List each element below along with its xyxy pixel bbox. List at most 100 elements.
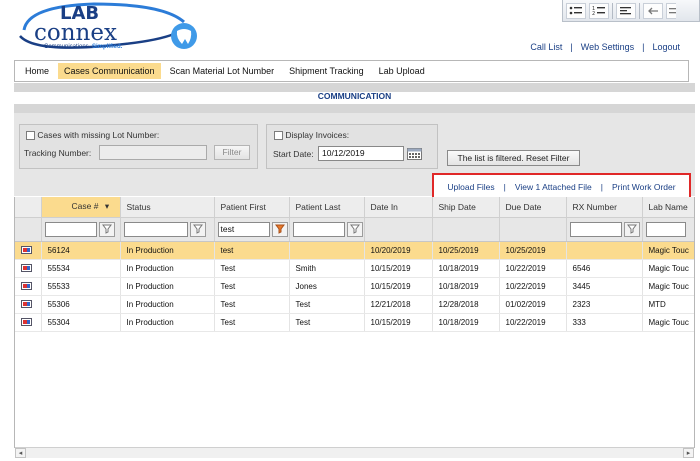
web-settings-link[interactable]: Web Settings [581,42,634,52]
case-attachment-icon[interactable] [21,245,33,255]
tab-lab-upload[interactable]: Lab Upload [373,63,431,79]
cell-patient-first: Test [214,313,290,332]
cell-ship-date: 10/18/2019 [432,277,500,296]
main-nav: Home Cases Communication Scan Material L… [14,60,689,82]
col-lab-name[interactable]: Lab Name [642,197,694,218]
filter-cell-first: test [214,217,290,242]
case-filter-input[interactable] [44,221,97,237]
cell-ship-date: 12/28/2018 [432,295,500,314]
table-row[interactable]: 55534 In Production Test Smith 10/15/2019 10/… [15,259,694,278]
editor-toolbar: 12 [562,0,700,22]
scroll-left-icon[interactable]: ◂ [15,448,26,458]
table-row[interactable]: 55304 In Production Test Test 10/15/2019 10/1… [15,313,694,332]
tracking-number-input[interactable] [99,145,207,160]
logo-text-connex: connex [34,20,117,46]
row-icon-cell[interactable] [15,313,42,332]
tab-cases-communication[interactable]: Cases Communication [58,63,161,79]
upload-files-link[interactable]: Upload Files [447,182,494,192]
case-attachment-icon[interactable] [21,317,33,327]
patient-first-filter-input[interactable]: test [217,221,270,237]
cell-case-number: 55534 [41,259,121,278]
tab-home[interactable]: Home [19,63,55,79]
horizontal-scrollbar[interactable]: ◂ ▸ [15,447,694,458]
filter-cell-last [289,217,365,242]
cell-case-number: 55306 [41,295,121,314]
funnel-icon[interactable] [98,221,115,237]
col-due-date[interactable]: Due Date [499,197,567,218]
row-icon-cell[interactable] [15,295,42,314]
case-attachment-icon[interactable] [21,263,33,273]
cell-rx-number: 6546 [566,259,643,278]
cell-due-date: 10/22/2019 [499,277,567,296]
cell-rx-number: 2323 [566,295,643,314]
cell-rx-number [566,241,643,260]
table-row[interactable]: 55533 In Production Test Jones 10/15/2019 10/… [15,277,694,296]
funnel-active-icon[interactable] [271,221,288,237]
filter-button[interactable]: Filter [214,145,250,160]
funnel-icon[interactable] [346,221,363,237]
start-date-input[interactable]: 10/12/2019 [318,146,404,161]
tab-scan-material-lot-number[interactable]: Scan Material Lot Number [164,63,281,79]
numbered-list-icon[interactable]: 12 [589,2,609,19]
cases-grid: Case # ▾ Status Patient First Patient La… [14,197,695,448]
cell-due-date: 01/02/2019 [499,295,567,314]
funnel-icon[interactable] [189,221,206,237]
col-ship-date[interactable]: Ship Date [432,197,500,218]
svg-text:2: 2 [592,11,595,17]
grid-filter-row: test [15,217,694,242]
calendar-icon[interactable] [407,147,422,160]
filter-cell-lab [642,217,694,242]
cell-ship-date: 10/18/2019 [432,313,500,332]
scroll-right-icon[interactable]: ▸ [683,448,694,458]
cell-due-date: 10/25/2019 [499,241,567,260]
filter-cell-due [499,217,567,242]
action-separator: | [600,182,603,192]
top-links: Call List | Web Settings | Logout [530,42,680,52]
cell-rx-number: 333 [566,313,643,332]
status-filter-input[interactable] [123,221,188,237]
cell-patient-first: test [214,241,290,260]
funnel-icon[interactable] [623,221,640,237]
cell-patient-last: Test [289,295,365,314]
reset-filter-button[interactable]: The list is filtered. Reset Filter [447,150,580,166]
row-icon-cell[interactable] [15,241,42,260]
tab-shipment-tracking[interactable]: Shipment Tracking [283,63,370,79]
col-icon-header [15,197,42,218]
undo-arrow-icon[interactable] [643,2,663,19]
logout-link[interactable]: Logout [652,42,680,52]
col-case-number[interactable]: Case # ▾ [41,197,121,218]
cell-date-in: 12/21/2018 [364,295,433,314]
cell-date-in: 10/15/2019 [364,313,433,332]
align-left-icon[interactable] [616,2,636,19]
row-icon-cell[interactable] [15,277,42,296]
lab-filter-input[interactable] [645,221,686,237]
missing-lot-checkbox[interactable] [26,131,35,141]
display-invoices-row: Display Invoices: [274,130,349,141]
case-attachment-icon[interactable] [21,299,33,309]
cell-status: In Production [120,313,215,332]
col-date-in[interactable]: Date In [364,197,433,218]
col-case-number-label: Case # [71,201,99,212]
row-icon-cell[interactable] [15,259,42,278]
col-rx-number[interactable]: RX Number [566,197,643,218]
col-patient-last[interactable]: Patient Last [289,197,365,218]
cell-status: In Production [120,295,215,314]
more-icon[interactable] [666,2,676,19]
start-date-label: Start Date: [273,149,314,159]
labconnex-logo: LAB connex Communications. Simplified. [14,0,202,54]
col-patient-first[interactable]: Patient First [214,197,290,218]
filter-cell-date-in [364,217,433,242]
view-attached-file-link[interactable]: View 1 Attached File [515,182,592,192]
link-separator: | [642,42,645,52]
rx-filter-input[interactable] [569,221,622,237]
call-list-link[interactable]: Call List [530,42,562,52]
bullet-list-icon[interactable] [566,2,586,19]
table-row[interactable]: 55306 In Production Test Test 12/21/2018 12/2… [15,295,694,314]
case-attachment-icon[interactable] [21,281,33,291]
print-work-order-link[interactable]: Print Work Order [612,182,676,192]
missing-lot-row: Cases with missing Lot Number: [26,130,159,141]
display-invoices-checkbox[interactable] [274,131,283,141]
table-row[interactable]: 56124 In Production test 10/20/2019 10/25/20… [15,241,694,260]
col-status[interactable]: Status [120,197,215,218]
patient-last-filter-input[interactable] [292,221,345,237]
